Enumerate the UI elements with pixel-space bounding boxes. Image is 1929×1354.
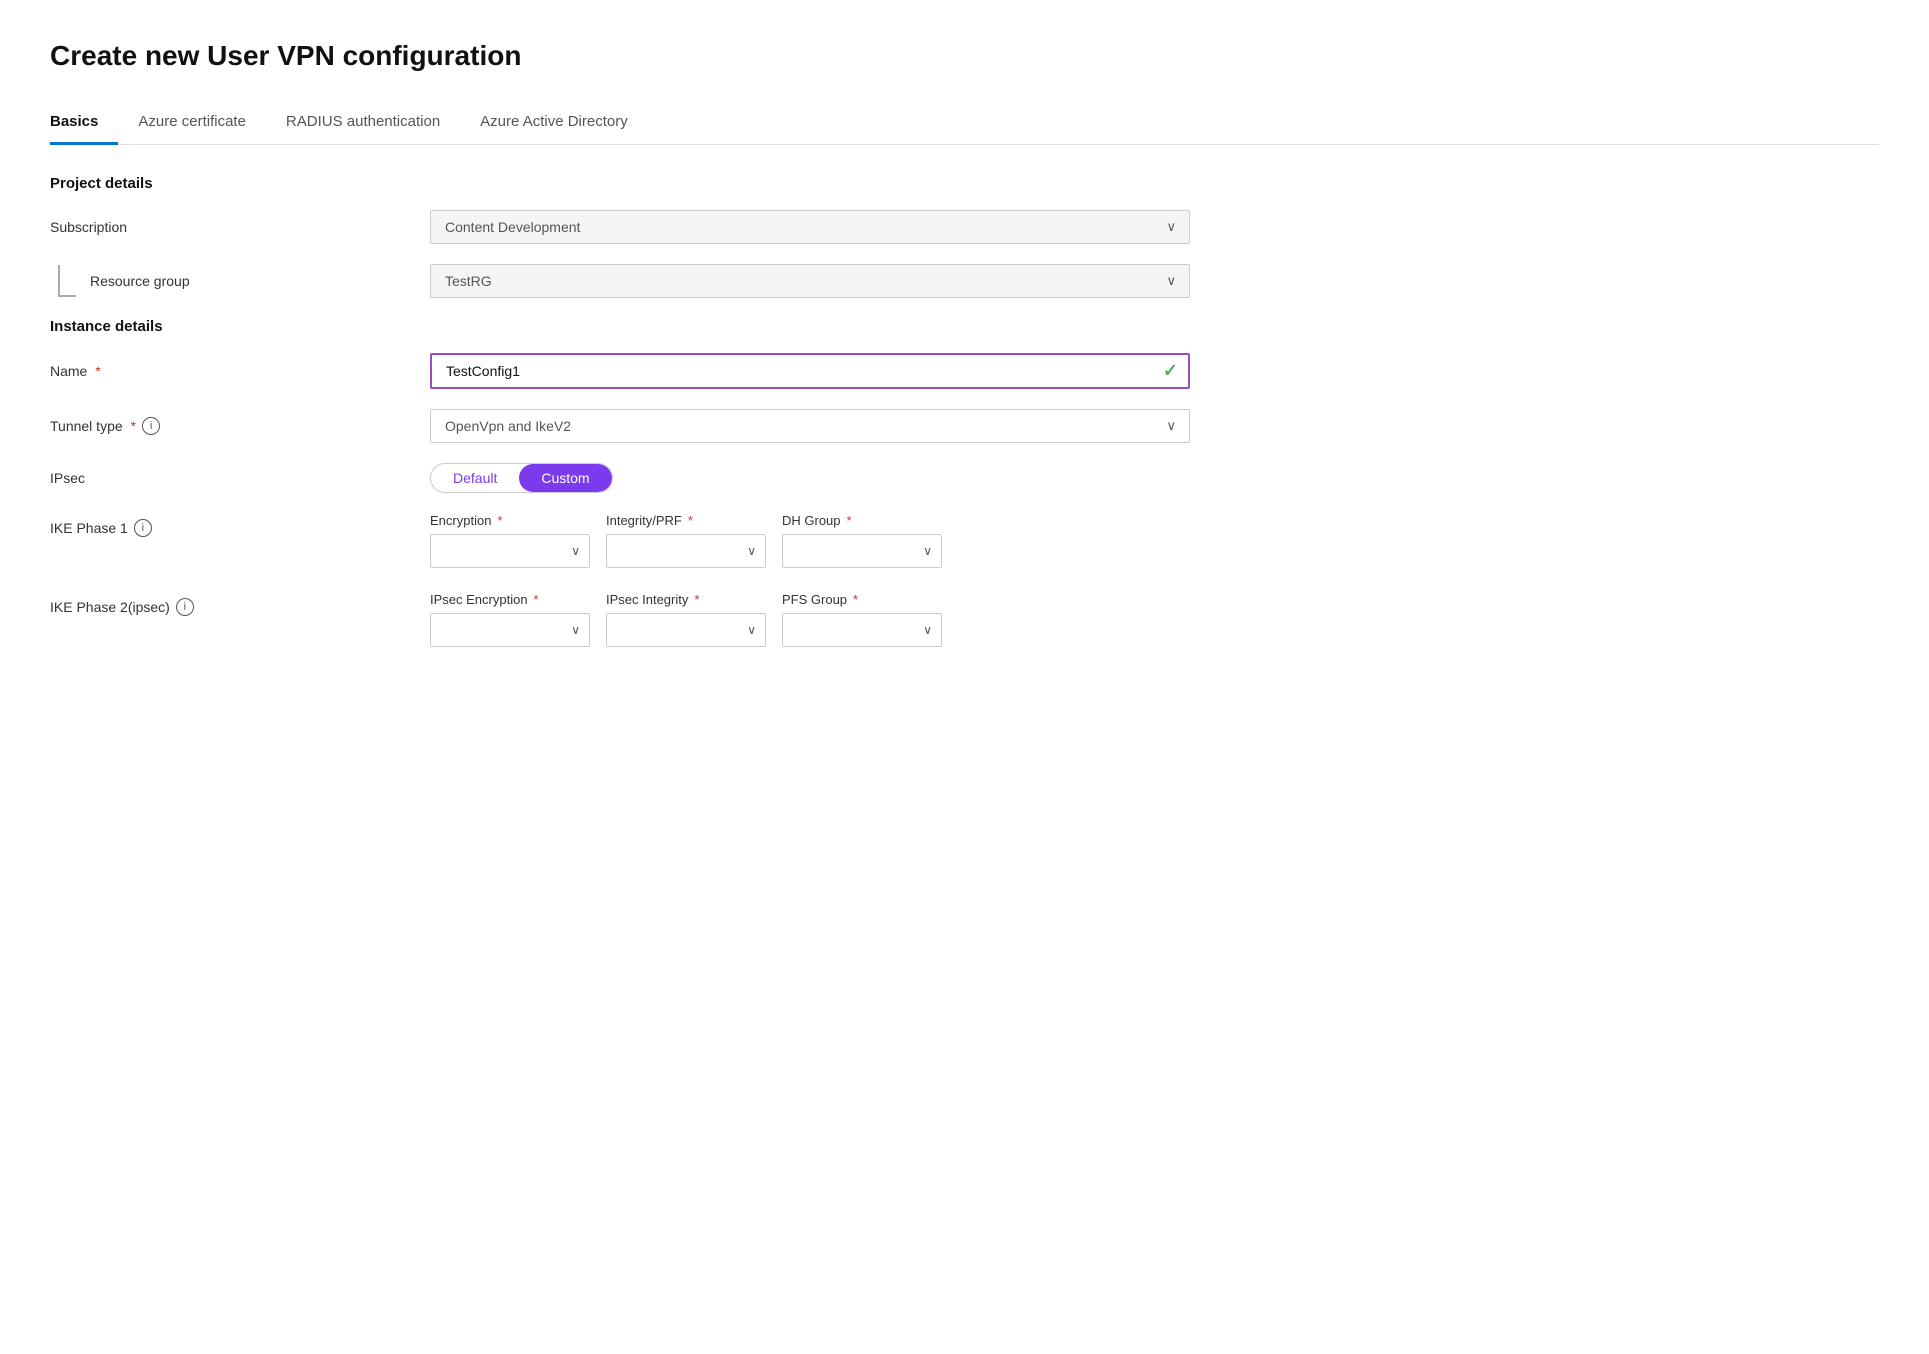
ipsec-label-col: IPsec [50,470,430,486]
tab-radius-authentication[interactable]: RADIUS authentication [286,103,460,145]
ipsec-default-button[interactable]: Default [431,464,519,492]
tunnel-type-row: Tunnel type * i ∨ [50,409,1879,443]
tunnel-type-label: Tunnel type [50,418,123,434]
ike-phase1-encryption-dropdown-wrapper: ∨ [430,534,590,568]
ipsec-custom-button[interactable]: Custom [519,464,611,492]
name-label: Name [50,363,87,379]
ike-phase1-dh-required: * [847,513,852,528]
ike-phase2-encryption-label-row: IPsec Encryption * [430,592,590,607]
ike-phase1-dh-label: DH Group [782,513,841,528]
ike-phase1-dh-dropdown[interactable] [782,534,942,568]
ike-phase2-label: IKE Phase 2(ipsec) [50,599,170,615]
ike-phase1-label-col: IKE Phase 1 i [50,513,430,537]
tab-bar: Basics Azure certificate RADIUS authenti… [50,102,1879,145]
name-row: Name * ✓ [50,353,1879,389]
ipsec-toggle-group: Default Custom [430,463,613,493]
resource-group-label: Resource group [90,273,190,289]
tab-basics[interactable]: Basics [50,103,118,145]
ike-phase1-dropdowns: Encryption * ∨ Integrity/PRF * ∨ [430,513,1879,568]
ike-phase2-integrity-group: IPsec Integrity * ∨ [606,592,766,647]
indent-line-icon [58,265,76,297]
tunnel-type-dropdown-wrapper: ∨ [430,409,1190,443]
ike-phase1-encryption-label-row: Encryption * [430,513,590,528]
resource-group-row: Resource group ∨ [50,264,1879,298]
ike-phase1-integrity-required: * [688,513,693,528]
name-input-col: ✓ [430,353,1190,389]
tab-azure-certificate[interactable]: Azure certificate [138,103,266,145]
ike-phase2-encryption-dropdown-wrapper: ∨ [430,613,590,647]
ike-phase2-integrity-label: IPsec Integrity [606,592,688,607]
resource-group-label-col: Resource group [50,265,430,297]
ike-phase2-encryption-group: IPsec Encryption * ∨ [430,592,590,647]
tunnel-type-required-marker: * [131,418,136,434]
subscription-dropdown[interactable] [430,210,1190,244]
ipsec-label: IPsec [50,470,85,486]
instance-details-heading: Instance details [50,318,1879,335]
ike-phase2-dropdowns: IPsec Encryption * ∨ IPsec Integrity * ∨ [430,592,1879,647]
ike-phase1-encryption-dropdown[interactable] [430,534,590,568]
ike-phase2-pfs-dropdown-wrapper: ∨ [782,613,942,647]
ike-phase2-pfs-label-row: PFS Group * [782,592,942,607]
ike-phase2-row: IKE Phase 2(ipsec) i IPsec Encryption * … [50,592,1879,647]
ike-phase1-dh-label-row: DH Group * [782,513,942,528]
ike-phase2-integrity-dropdown[interactable] [606,613,766,647]
ike-phase2-pfs-required: * [853,592,858,607]
ike-phase2-encryption-label: IPsec Encryption [430,592,528,607]
name-label-col: Name * [50,363,430,379]
page-title: Create new User VPN configuration [50,40,1879,72]
tunnel-type-label-col: Tunnel type * i [50,417,430,435]
ike-phase1-encryption-required: * [497,513,502,528]
ike-phase1-info-icon[interactable]: i [134,519,152,537]
ike-phase1-dh-dropdown-wrapper: ∨ [782,534,942,568]
project-details-heading: Project details [50,175,1879,192]
ipsec-toggle-col: Default Custom [430,463,1190,493]
ike-phase1-encryption-group: Encryption * ∨ [430,513,590,568]
ike-phase1-integrity-group: Integrity/PRF * ∨ [606,513,766,568]
ike-phase2-label-col: IKE Phase 2(ipsec) i [50,592,430,616]
resource-group-input-col: ∨ [430,264,1190,298]
ipsec-row: IPsec Default Custom [50,463,1879,493]
ike-phase1-encryption-label: Encryption [430,513,491,528]
instance-details-section: Instance details Name * ✓ Tunnel type * … [50,318,1879,647]
subscription-row: Subscription ∨ [50,210,1879,244]
resource-group-dropdown-wrapper: ∨ [430,264,1190,298]
name-required-marker: * [95,363,100,379]
ike-phase1-dh-group: DH Group * ∨ [782,513,942,568]
ike-phase1-row: IKE Phase 1 i Encryption * ∨ Integrity/P… [50,513,1879,568]
ike-phase2-integrity-required: * [694,592,699,607]
ike-phase2-encryption-dropdown[interactable] [430,613,590,647]
subscription-label: Subscription [50,219,430,235]
name-input[interactable] [430,353,1190,389]
subscription-input-col: ∨ [430,210,1190,244]
ike-phase1-label: IKE Phase 1 [50,520,128,536]
ike-phase1-integrity-label: Integrity/PRF [606,513,682,528]
subscription-dropdown-wrapper: ∨ [430,210,1190,244]
ike-phase1-integrity-label-row: Integrity/PRF * [606,513,766,528]
ike-phase2-encryption-required: * [534,592,539,607]
name-input-wrapper: ✓ [430,353,1190,389]
resource-group-dropdown[interactable] [430,264,1190,298]
tunnel-type-info-icon[interactable]: i [142,417,160,435]
ike-phase2-pfs-dropdown[interactable] [782,613,942,647]
name-check-icon: ✓ [1163,361,1178,382]
ike-phase2-integrity-dropdown-wrapper: ∨ [606,613,766,647]
ike-phase1-integrity-dropdown-wrapper: ∨ [606,534,766,568]
tunnel-type-input-col: ∨ [430,409,1190,443]
ike-phase2-info-icon[interactable]: i [176,598,194,616]
ike-phase2-pfs-label: PFS Group [782,592,847,607]
tab-azure-active-directory[interactable]: Azure Active Directory [480,103,648,145]
ike-phase2-pfs-group: PFS Group * ∨ [782,592,942,647]
ike-phase2-integrity-label-row: IPsec Integrity * [606,592,766,607]
tunnel-type-dropdown[interactable] [430,409,1190,443]
ike-phase1-integrity-dropdown[interactable] [606,534,766,568]
